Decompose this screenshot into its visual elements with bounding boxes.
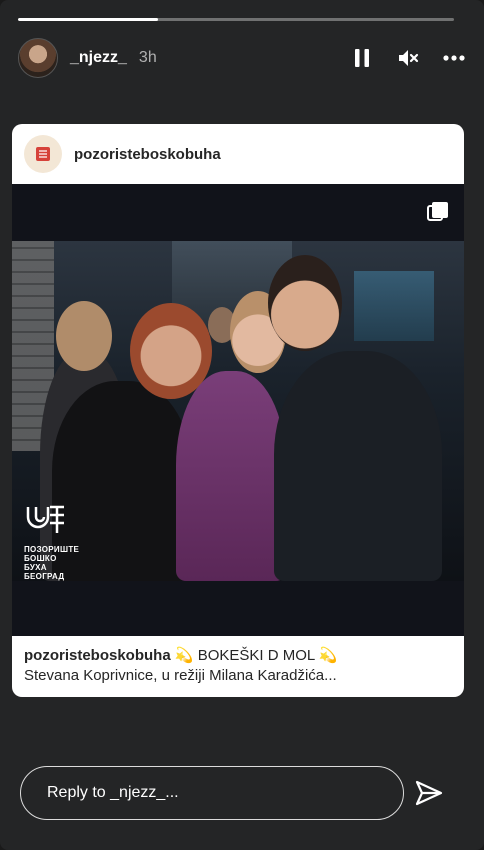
person-head [56, 301, 112, 371]
post-media[interactable]: ПОЗОРИШТЕ БОШКО БУХА БЕОГРАД [12, 184, 464, 636]
background-screen [354, 271, 434, 341]
reply-placeholder: Reply to _njezz_... [47, 784, 179, 801]
theater-logo-icon [36, 147, 50, 161]
story-progress-bar [18, 18, 454, 21]
person-man-right [274, 351, 442, 581]
avatar[interactable] [18, 38, 58, 78]
watermark-text: ПОЗОРИШТЕ БОШКО БУХА БЕОГРАД [24, 545, 80, 581]
pause-icon[interactable] [350, 46, 374, 70]
more-horizontal-icon[interactable] [442, 46, 466, 70]
send-icon[interactable] [414, 779, 444, 807]
person-woman-purple [176, 371, 286, 581]
shared-post-card[interactable]: pozoristeboskobuha ПОЗОРИШТЕ БОШКО БУХА … [12, 124, 464, 697]
post-avatar[interactable] [24, 135, 62, 173]
story-time: 3h [138, 49, 157, 66]
story-controls [350, 46, 466, 70]
person-head [268, 255, 342, 351]
post-header: pozoristeboskobuha [12, 124, 464, 184]
speaker-muted-icon[interactable] [396, 46, 420, 70]
caption-username[interactable]: pozoristeboskobuha [24, 647, 171, 664]
post-photo: ПОЗОРИШТЕ БОШКО БУХА БЕОГРАД [12, 241, 464, 581]
post-username[interactable]: pozoristeboskobuha [74, 146, 221, 163]
story-username[interactable]: _njezz_ [70, 49, 127, 67]
theater-watermark-logo: ПОЗОРИШТЕ БОШКО БУХА БЕОГРАД [24, 503, 80, 581]
caption-text: 💫 BOKEŠKI D MOL 💫 [174, 647, 338, 664]
story-progress-fill [18, 18, 158, 21]
story-header: _njezz_ 3h [18, 38, 466, 78]
story-viewer: _njezz_ 3h pozoristeboskobuha ПОЗОРИШТЕ … [0, 0, 484, 850]
caption-line-2: Stevana Koprivnice, u režiji Milana Kara… [24, 667, 337, 684]
multiple-images-icon [426, 200, 450, 229]
post-caption: pozoristeboskobuha 💫 BOKEŠKI D MOL 💫 Ste… [24, 646, 452, 686]
reply-input[interactable]: Reply to _njezz_... [20, 766, 404, 820]
